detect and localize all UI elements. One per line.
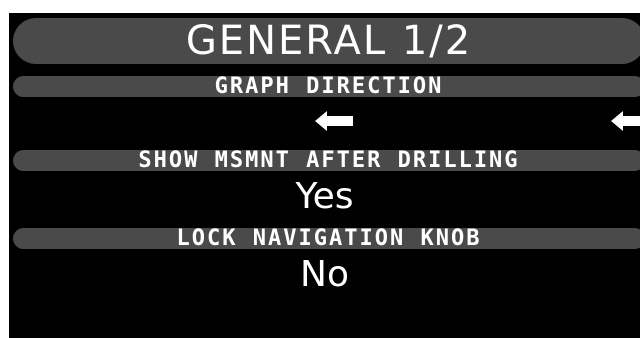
graph-direction-value[interactable] bbox=[315, 111, 353, 131]
left-arrow-icon bbox=[611, 111, 640, 131]
setting-label-lock-knob: LOCK NAVIGATION KNOB bbox=[176, 225, 482, 251]
page-title: GENERAL 1/2 bbox=[185, 18, 473, 64]
show-msmnt-value[interactable]: Yes bbox=[9, 179, 640, 215]
setting-label-graph-direction: GRAPH DIRECTION bbox=[214, 73, 444, 99]
page-title-bar: GENERAL 1/2 bbox=[13, 18, 640, 64]
setting-label-show-msmnt: SHOW MSMNT AFTER DRILLING bbox=[138, 147, 520, 173]
setting-header-graph-direction[interactable]: GRAPH DIRECTION bbox=[13, 73, 640, 99]
setting-header-show-msmnt[interactable]: SHOW MSMNT AFTER DRILLING bbox=[13, 147, 640, 173]
setting-header-lock-knob[interactable]: LOCK NAVIGATION KNOB bbox=[13, 225, 640, 251]
device-screen: GENERAL 1/2 GRAPH DIRECTION SHOW MSMNT A… bbox=[9, 13, 640, 338]
lock-knob-value[interactable]: No bbox=[9, 257, 640, 293]
left-arrow-icon bbox=[315, 111, 353, 131]
graph-direction-next-value bbox=[611, 111, 640, 131]
